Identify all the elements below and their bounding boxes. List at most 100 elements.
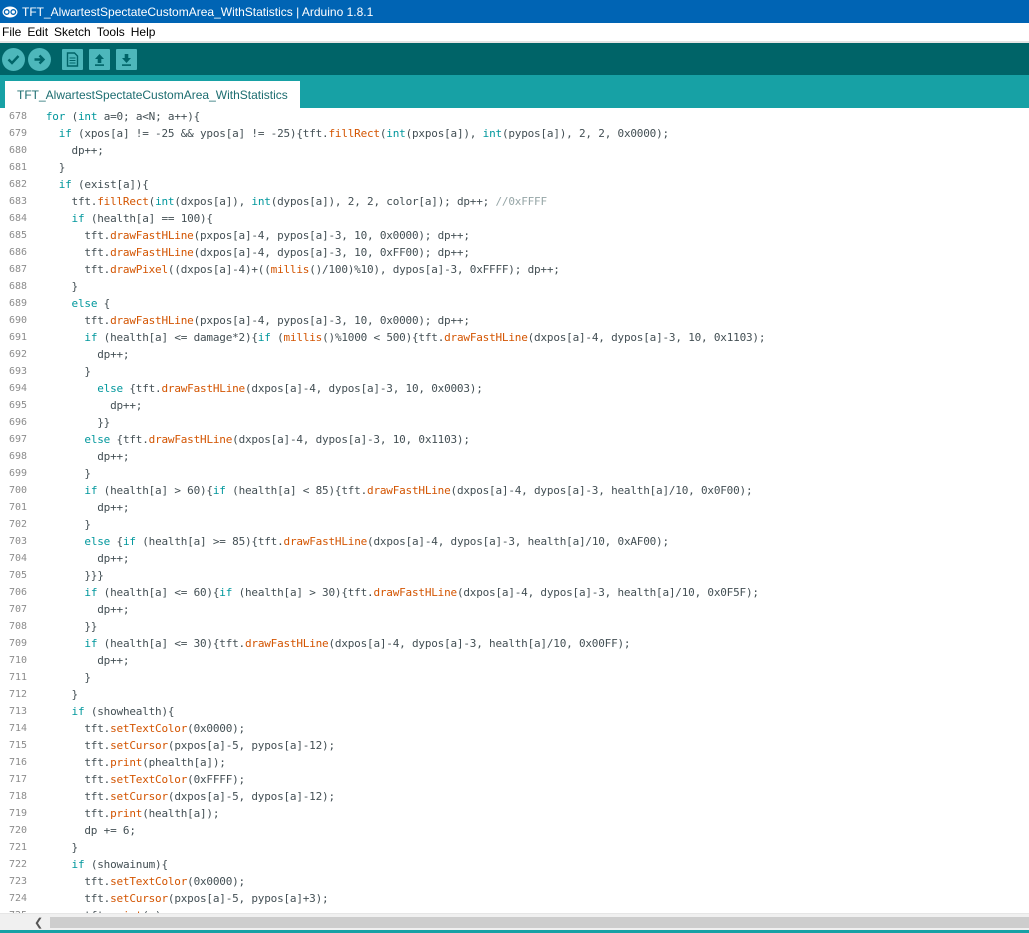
line-number: 701 xyxy=(8,502,27,513)
toolbar xyxy=(0,43,1029,75)
code-line[interactable]: } xyxy=(33,465,91,482)
code-line[interactable]: else { xyxy=(33,295,111,312)
line-number: 692 xyxy=(8,349,27,360)
code-line[interactable]: }}} xyxy=(33,567,103,584)
line-number: 695 xyxy=(8,400,27,411)
menu-sketch[interactable]: Sketch xyxy=(51,25,94,39)
code-line[interactable]: dp++; xyxy=(33,397,142,414)
code-line[interactable]: if (health[a] <= 30){tft.drawFastHLine(d… xyxy=(33,635,630,652)
line-number: 715 xyxy=(8,740,27,751)
open-button[interactable] xyxy=(89,49,110,70)
line-number: 687 xyxy=(8,264,27,275)
menu-file[interactable]: File xyxy=(0,25,24,39)
line-number: 682 xyxy=(8,179,27,190)
line-number: 707 xyxy=(8,604,27,615)
line-number: 718 xyxy=(8,791,27,802)
line-number: 679 xyxy=(8,128,27,139)
line-number: 721 xyxy=(8,842,27,853)
code-line[interactable]: dp++; xyxy=(33,499,129,516)
line-number: 697 xyxy=(8,434,27,445)
scroll-left-icon[interactable]: ❮ xyxy=(34,916,43,929)
line-number: 706 xyxy=(8,587,27,598)
code-line[interactable]: } xyxy=(33,516,91,533)
line-number: 714 xyxy=(8,723,27,734)
code-line[interactable]: else {tft.drawFastHLine(dxpos[a]-4, dypo… xyxy=(33,380,483,397)
code-line[interactable]: dp++; xyxy=(33,550,129,567)
code-line[interactable]: } xyxy=(33,669,91,686)
code-line[interactable]: if (health[a] == 100){ xyxy=(33,210,214,227)
line-number: 690 xyxy=(8,315,27,326)
code-line[interactable]: tft.setTextColor(0x0000); xyxy=(33,720,245,737)
code-line[interactable]: } xyxy=(33,839,79,856)
code-line[interactable]: tft.setTextColor(0x0000); xyxy=(33,873,245,890)
code-line[interactable]: tft.fillRect(int(dxpos[a]), int(dypos[a]… xyxy=(33,193,548,210)
code-line[interactable]: dp++; xyxy=(33,142,104,159)
code-line[interactable]: }} xyxy=(33,414,110,431)
line-number: 713 xyxy=(8,706,27,717)
code-line[interactable]: if (health[a] > 60){if (health[a] < 85){… xyxy=(33,482,752,499)
new-button[interactable] xyxy=(62,49,83,70)
scrollbar-thumb[interactable] xyxy=(50,917,1029,928)
tab-sketch[interactable]: TFT_AlwartestSpectateCustomArea_WithStat… xyxy=(5,81,300,108)
code-line[interactable]: if (health[a] <= 60){if (health[a] > 30)… xyxy=(33,584,759,601)
code-line[interactable]: else {tft.drawFastHLine(dxpos[a]-4, dypo… xyxy=(33,431,470,448)
code-line[interactable]: if (exist[a]){ xyxy=(33,176,149,193)
code-line[interactable]: tft.setTextColor(0xFFFF); xyxy=(33,771,245,788)
code-line[interactable]: if (health[a] <= damage*2){if (millis()%… xyxy=(33,329,765,346)
line-number: 698 xyxy=(8,451,27,462)
code-line[interactable]: } xyxy=(33,278,79,295)
code-line[interactable]: tft.drawFastHLine(pxpos[a]-4, pypos[a]-3… xyxy=(33,312,470,329)
verify-button[interactable] xyxy=(2,48,25,71)
line-number: 723 xyxy=(8,876,27,887)
title-bar: TFT_AlwartestSpectateCustomArea_WithStat… xyxy=(0,0,1029,23)
code-line[interactable]: for (int a=0; a<N; a++){ xyxy=(33,108,200,125)
line-number: 724 xyxy=(8,893,27,904)
code-line[interactable]: if (xpos[a] != -25 && ypos[a] != -25){tf… xyxy=(33,125,669,142)
line-number: 720 xyxy=(8,825,27,836)
code-line[interactable]: tft.print(phealth[a]); xyxy=(33,754,226,771)
line-number: 712 xyxy=(8,689,27,700)
code-line[interactable]: tft.drawFastHLine(pxpos[a]-4, pypos[a]-3… xyxy=(33,227,470,244)
code-line[interactable]: else {if (health[a] >= 85){tft.drawFastH… xyxy=(33,533,669,550)
code-line[interactable]: tft.setCursor(pxpos[a]-5, pypos[a]+3); xyxy=(33,890,328,907)
code-line[interactable]: } xyxy=(33,159,66,176)
code-line[interactable]: dp++; xyxy=(33,448,129,465)
code-line[interactable]: tft.setCursor(pxpos[a]-5, pypos[a]-12); xyxy=(33,737,335,754)
menu-tools[interactable]: Tools xyxy=(94,25,128,39)
code-line[interactable]: if (showainum){ xyxy=(33,856,169,873)
save-button[interactable] xyxy=(116,49,137,70)
code-line[interactable]: dp++; xyxy=(33,601,129,618)
code-editor[interactable]: 678 679 680 681 682 683 684 685 686 687 688 689 690 6… xyxy=(0,108,1029,913)
line-number: 686 xyxy=(8,247,27,258)
down-arrow-icon xyxy=(122,54,131,66)
code-line[interactable]: } xyxy=(33,363,91,380)
code-line[interactable]: dp += 6; xyxy=(33,822,136,839)
upload-button[interactable] xyxy=(28,48,51,71)
line-number: 685 xyxy=(8,230,27,241)
horizontal-scrollbar[interactable]: ❮ xyxy=(0,913,1029,931)
code-line[interactable]: }} xyxy=(33,618,97,635)
menu-bar: File Edit Sketch Tools Help xyxy=(0,23,1029,41)
line-number: 678 xyxy=(8,111,27,122)
line-number: 705 xyxy=(8,570,27,581)
menu-help[interactable]: Help xyxy=(128,25,159,39)
line-number: 689 xyxy=(8,298,27,309)
code-line[interactable]: tft.print(health[a]); xyxy=(33,805,219,822)
line-number: 716 xyxy=(8,757,27,768)
line-number: 694 xyxy=(8,383,27,394)
code-line[interactable]: tft.setCursor(dxpos[a]-5, dypos[a]-12); xyxy=(33,788,335,805)
line-number: 703 xyxy=(8,536,27,547)
window-title: TFT_AlwartestSpectateCustomArea_WithStat… xyxy=(22,4,374,19)
right-arrow-icon xyxy=(34,54,46,65)
code-line[interactable]: dp++; xyxy=(33,346,129,363)
menu-edit[interactable]: Edit xyxy=(24,25,51,39)
code-line[interactable]: dp++; xyxy=(33,652,129,669)
code-line[interactable]: tft.drawPixel((dxpos[a]-4)+((millis()/10… xyxy=(33,261,560,278)
line-number: 702 xyxy=(8,519,27,530)
line-number: 691 xyxy=(8,332,27,343)
code-line[interactable]: } xyxy=(33,686,79,703)
code-line[interactable]: tft.drawFastHLine(dxpos[a]-4, dypos[a]-3… xyxy=(33,244,470,261)
code-line[interactable]: if (showhealth){ xyxy=(33,703,175,720)
tab-strip: TFT_AlwartestSpectateCustomArea_WithStat… xyxy=(0,75,1029,108)
line-number: 680 xyxy=(8,145,27,156)
